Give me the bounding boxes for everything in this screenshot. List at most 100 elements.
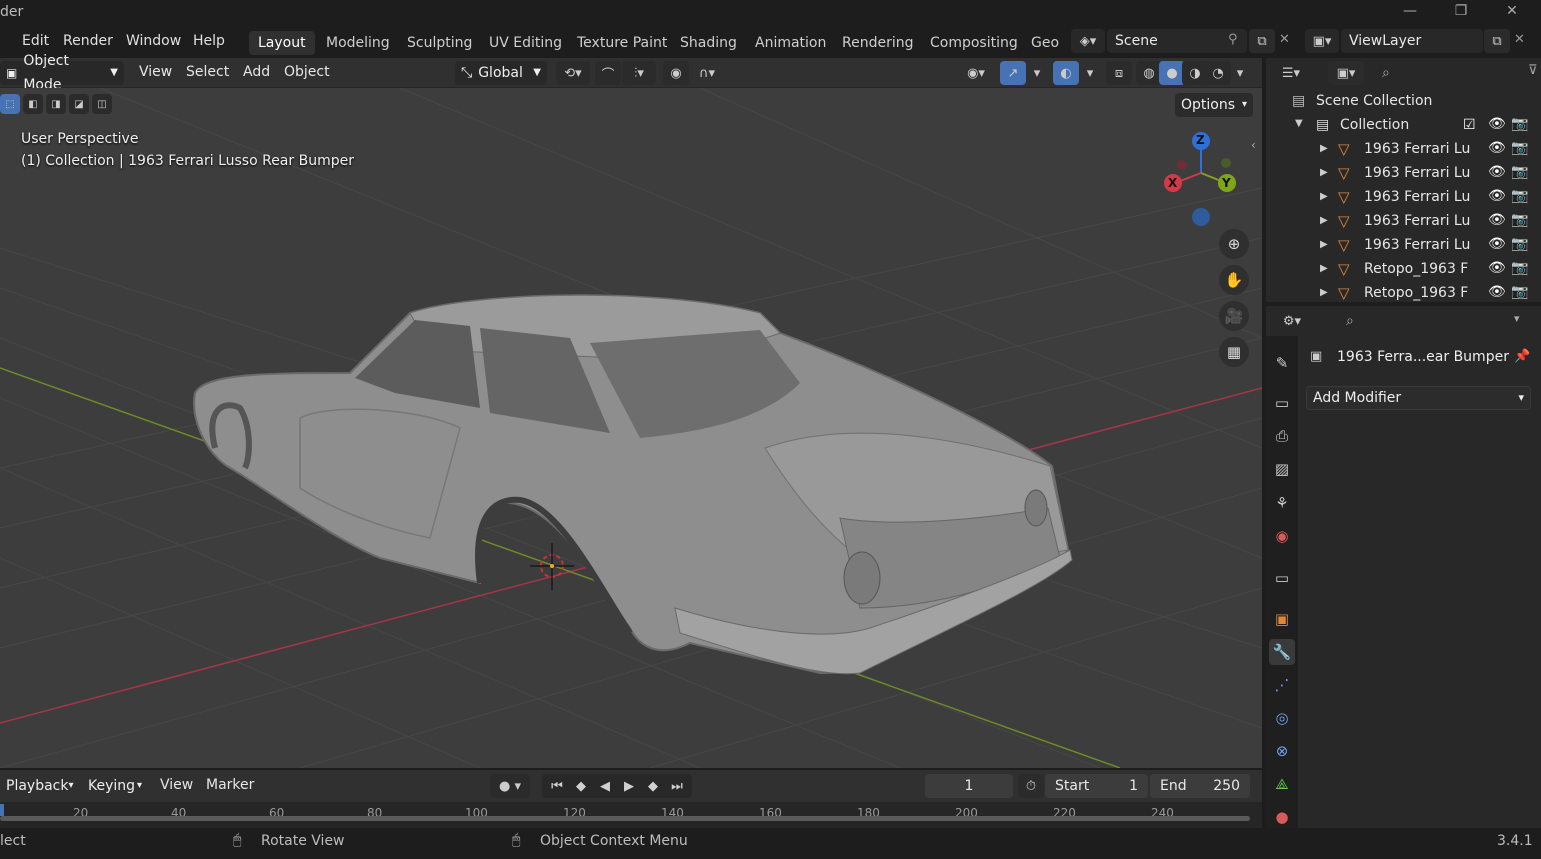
camera-icon[interactable]: 🎥 xyxy=(1219,301,1249,331)
tab-modeling[interactable]: Modeling xyxy=(317,31,399,55)
timeline-scrollbar[interactable] xyxy=(0,816,1250,821)
rendered-shading-icon[interactable]: ◔ xyxy=(1205,61,1231,85)
data-icon[interactable]: ⟁ xyxy=(1269,771,1295,797)
snap-icon[interactable]: ⌒ xyxy=(595,61,621,85)
delete-scene-icon[interactable]: ✕ xyxy=(1279,32,1290,47)
restore-icon[interactable]: ❐ xyxy=(1446,3,1476,23)
scene-selector-icon[interactable]: ◈▾ xyxy=(1071,29,1105,53)
expand-icon[interactable]: ▶ xyxy=(1320,167,1328,178)
3d-cursor[interactable] xyxy=(530,543,574,590)
keying-menu[interactable]: Keying ▾ xyxy=(82,774,148,798)
world-icon[interactable]: ◉ xyxy=(1269,523,1295,549)
expand-icon[interactable]: ▼ xyxy=(1295,118,1303,129)
eye-icon[interactable]: 👁 xyxy=(1488,284,1506,300)
render-camera-icon[interactable]: 📷 xyxy=(1511,260,1528,276)
outliner-object-row[interactable]: ▶ ▽ 1963 Ferrari Lu 👁 📷 xyxy=(1266,162,1541,186)
stopwatch-icon[interactable]: ⏱ xyxy=(1018,774,1044,798)
physics-icon[interactable]: ◎ xyxy=(1269,705,1295,731)
add-modifier-dropdown[interactable]: Add Modifier ▾ xyxy=(1306,386,1531,410)
eye-icon[interactable]: 👁 xyxy=(1488,212,1506,228)
tool-icon[interactable]: ✎ xyxy=(1269,350,1295,376)
prev-keyframe-icon[interactable]: ◆ xyxy=(570,779,592,794)
expand-icon[interactable]: ▶ xyxy=(1320,191,1328,202)
sidebar-toggle-icon[interactable]: ‹ xyxy=(1251,138,1256,152)
outliner-object-row[interactable]: ▶ ▽ 1963 Ferrari Lu 👁 📷 xyxy=(1266,234,1541,258)
select-invert-icon[interactable]: ◪ xyxy=(69,94,89,114)
eye-icon[interactable]: 👁 xyxy=(1488,164,1506,180)
play-reverse-icon[interactable]: ◀ xyxy=(594,779,616,794)
eye-icon[interactable]: 👁 xyxy=(1488,140,1506,156)
tab-sculpting[interactable]: Sculpting xyxy=(398,31,481,55)
new-view-layer-icon[interactable]: ⧉ xyxy=(1484,29,1510,53)
menu-render[interactable]: Render xyxy=(61,33,115,49)
expand-icon[interactable]: ▶ xyxy=(1320,287,1328,298)
render-camera-icon[interactable]: 📷 xyxy=(1511,116,1528,132)
outliner-editor-type-icon[interactable]: ☰▾ xyxy=(1274,61,1308,85)
render-camera-icon[interactable]: 📷 xyxy=(1511,140,1528,156)
outliner-object-row[interactable]: ▶ ▽ Retopo_1963 F 👁 📷 xyxy=(1266,258,1541,282)
mode-selector[interactable]: ▣ Object Mode ▼ xyxy=(0,53,124,93)
render-camera-icon[interactable]: 📷 xyxy=(1511,188,1528,204)
current-frame-field[interactable]: 1 xyxy=(925,774,1013,798)
new-scene-icon[interactable]: ⧉ xyxy=(1249,29,1275,53)
view-layer-field[interactable]: ViewLayer xyxy=(1341,29,1483,53)
timeline-marker-menu[interactable]: Marker xyxy=(200,777,260,793)
outliner-object-row[interactable]: ▶ ▽ 1963 Ferrari Lu 👁 📷 xyxy=(1266,210,1541,234)
view-layer-icon[interactable]: ▨ xyxy=(1269,456,1295,482)
play-icon[interactable]: ▶ xyxy=(618,779,640,794)
gizmo-icon[interactable]: ↗ xyxy=(1000,61,1026,85)
outliner-search-input[interactable]: ⌕ xyxy=(1374,61,1508,85)
output-icon[interactable]: ⎙ xyxy=(1269,423,1295,449)
playhead[interactable] xyxy=(0,804,4,816)
render-camera-icon[interactable]: 📷 xyxy=(1511,164,1528,180)
zoom-icon[interactable]: ⊕ xyxy=(1219,229,1249,259)
chevron-down-icon[interactable]: ▾ xyxy=(1080,61,1100,85)
start-frame-field[interactable]: Start 1 xyxy=(1045,774,1148,798)
menu-help[interactable]: Help xyxy=(191,33,227,49)
expand-icon[interactable]: ▶ xyxy=(1320,143,1328,154)
outliner-object-row[interactable]: ▶ ▽ Retopo_1963 F 👁 📷 xyxy=(1266,282,1541,306)
tab-compositing[interactable]: Compositing xyxy=(921,31,1027,55)
eye-icon[interactable]: 👁 xyxy=(1488,236,1506,252)
outliner-scene-collection[interactable]: ▤ Scene Collection xyxy=(1266,90,1541,114)
display-mode-icon[interactable]: ▣▾ xyxy=(1328,61,1364,85)
pin-icon[interactable]: 📌 xyxy=(1514,349,1530,364)
tab-animation[interactable]: Animation xyxy=(746,31,835,55)
transform-orientation-dropdown[interactable]: ⤡ Global ▼ xyxy=(455,61,547,85)
scene-name-field[interactable]: Scene xyxy=(1107,29,1247,53)
eye-icon[interactable]: 👁 xyxy=(1488,260,1506,276)
tab-layout[interactable]: Layout xyxy=(249,31,315,55)
chevron-down-icon[interactable]: ▾ xyxy=(1514,312,1520,325)
tab-rendering[interactable]: Rendering xyxy=(833,31,923,55)
overlays-icon[interactable]: ◐ xyxy=(1053,61,1079,85)
expand-icon[interactable]: ▶ xyxy=(1320,239,1328,250)
collection-icon[interactable]: ▭ xyxy=(1269,565,1295,591)
render-camera-icon[interactable]: 📷 xyxy=(1511,212,1528,228)
select-subtract-icon[interactable]: ◨ xyxy=(46,94,66,114)
tab-geometry-nodes[interactable]: Geo xyxy=(1022,31,1068,55)
snap-target-icon[interactable]: ⫶▾ xyxy=(622,61,656,85)
scene-icon[interactable]: ⚘ xyxy=(1269,490,1295,516)
timeline-view-menu[interactable]: View xyxy=(154,777,199,793)
chevron-down-icon[interactable]: ▾ xyxy=(1027,61,1047,85)
delete-view-layer-icon[interactable]: ✕ xyxy=(1514,32,1525,47)
select-intersect-icon[interactable]: ◫ xyxy=(92,94,112,114)
close-icon[interactable]: ✕ xyxy=(1497,3,1527,23)
3d-viewport[interactable]: Z Y X User Perspective (1) Collection | … xyxy=(0,88,1262,768)
render-camera-icon[interactable]: 📷 xyxy=(1511,284,1528,300)
visibility-icon[interactable]: ◉▾ xyxy=(958,61,994,85)
options-dropdown[interactable]: Options ▾ xyxy=(1175,93,1253,117)
view-layer-icon[interactable]: ▣▾ xyxy=(1305,29,1339,53)
next-keyframe-icon[interactable]: ◆ xyxy=(642,779,664,794)
checkbox-icon[interactable]: ☑ xyxy=(1463,117,1476,133)
particles-icon[interactable]: ⋰ xyxy=(1269,672,1295,698)
object-icon[interactable]: ▣ xyxy=(1269,606,1295,632)
tab-texture-paint[interactable]: Texture Paint xyxy=(568,31,676,55)
select-extend-icon[interactable]: ◧ xyxy=(23,94,43,114)
tab-uv-editing[interactable]: UV Editing xyxy=(480,31,571,55)
menu-add[interactable]: Add xyxy=(237,64,276,80)
playback-menu[interactable]: Playback ▾ xyxy=(0,774,76,798)
auto-keying-icon[interactable]: ● ▾ xyxy=(490,774,530,798)
menu-view[interactable]: View xyxy=(133,64,178,80)
chevron-down-icon[interactable]: ▾ xyxy=(1230,61,1250,85)
